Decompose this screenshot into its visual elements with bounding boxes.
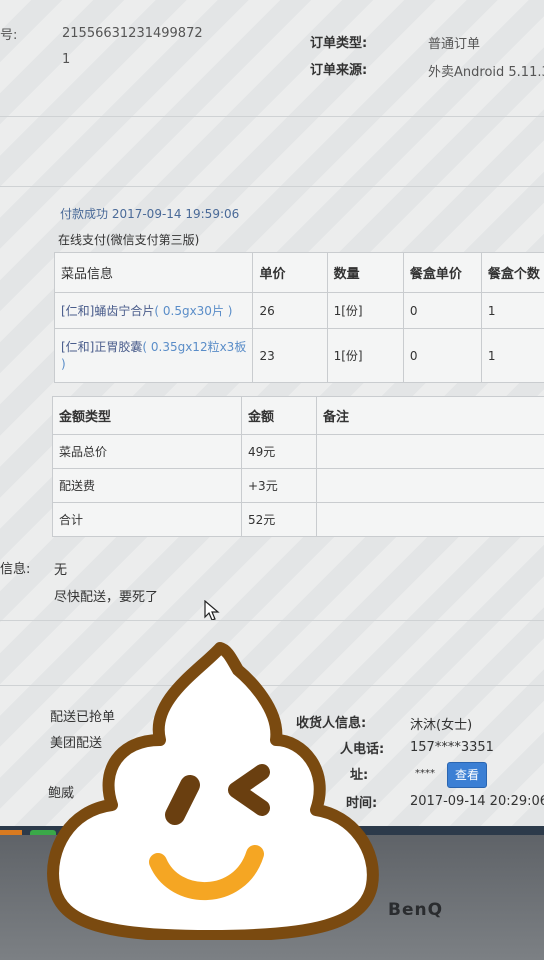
item-spec: ( 0.5gx30片 ) <box>154 304 233 318</box>
order-source-value: 外卖Android 5.11.3 <box>428 65 544 80</box>
item-name[interactable]: [仁和]蛹齿宁合片 <box>61 304 154 318</box>
col-amount-type: 金额类型 <box>52 396 242 435</box>
remarks-value: 无 <box>54 563 68 578</box>
phone-value: 157****3351 <box>410 740 494 755</box>
amount-table-header: 金额类型 金额 备注 <box>52 396 544 435</box>
col-qty: 数量 <box>326 252 404 293</box>
time-value: 2017-09-14 20:29:06 <box>410 794 544 809</box>
amount-type: 配送费 <box>52 468 242 503</box>
order-no-label: 号: <box>0 28 18 43</box>
amount-value: +3元 <box>241 468 317 503</box>
recipient-value: 沐沐(女士) <box>410 718 473 733</box>
amount-type: 菜品总价 <box>52 434 242 469</box>
col-note: 备注 <box>316 396 544 435</box>
item-box-count: 1 <box>480 328 544 383</box>
item-price: 26 <box>252 292 328 329</box>
items-table-header: 菜品信息 单价 数量 餐盒单价 餐盒个数 <box>53 252 544 293</box>
amount-value: 49元 <box>241 434 317 469</box>
payment-method: 在线支付(微信支付第三版) <box>58 233 200 247</box>
table-row: 菜品总价 49元 <box>52 434 544 469</box>
item-box-price: 0 <box>402 328 482 383</box>
item-price: 23 <box>252 328 328 383</box>
order-type-value: 普通订单 <box>428 37 481 52</box>
table-row: 合计 52元 <box>52 502 544 537</box>
item-qty: 1[份] <box>326 328 404 383</box>
table-row: 配送费 +3元 <box>52 468 544 503</box>
order-no-value: 21556631231499872 <box>62 26 203 41</box>
amount-note <box>316 502 544 537</box>
monitor-brand-logo: BenQ <box>388 900 444 920</box>
mouse-cursor-icon <box>204 600 220 621</box>
item-name-cell[interactable]: [仁和]蛹齿宁合片( 0.5gx30片 ) <box>53 292 254 329</box>
order-source-label: 订单来源: <box>310 63 368 78</box>
item-box-count: 1 <box>480 292 544 329</box>
divider <box>0 116 544 117</box>
amount-type: 合计 <box>52 502 242 537</box>
divider <box>0 620 544 621</box>
item-name-cell[interactable]: [仁和]正胃胶囊( 0.35gx12粒x3板 ) <box>53 328 254 383</box>
table-row: [仁和]蛹齿宁合片( 0.5gx30片 ) 26 1[份] 0 1 <box>53 292 544 329</box>
col-box-count: 餐盒个数 <box>480 252 544 293</box>
remarks-label: 信息: <box>0 562 31 577</box>
col-amount: 金额 <box>241 396 317 435</box>
table-row: [仁和]正胃胶囊( 0.35gx12粒x3板 ) 23 1[份] 0 1 <box>53 328 544 383</box>
quantity-value: 1 <box>62 52 71 67</box>
amount-note <box>316 468 544 503</box>
col-box-price: 餐盒单价 <box>402 252 482 293</box>
poop-emoji-sticker-icon <box>47 642 379 940</box>
col-price: 单价 <box>252 252 328 293</box>
item-box-price: 0 <box>402 292 482 329</box>
col-item-info: 菜品信息 <box>53 252 254 293</box>
payment-status: 付款成功 2017-09-14 19:59:06 <box>60 207 240 221</box>
item-name[interactable]: [仁和]正胃胶囊 <box>61 340 142 354</box>
amount-note <box>316 434 544 469</box>
remarks-note: 尽快配送，要死了 <box>54 590 159 605</box>
divider <box>0 186 544 187</box>
view-address-button[interactable]: 查看 <box>447 762 487 788</box>
order-type-label: 订单类型: <box>310 36 368 51</box>
item-qty: 1[份] <box>326 292 404 329</box>
amount-value: 52元 <box>241 502 317 537</box>
items-table: 菜品信息 单价 数量 餐盒单价 餐盒个数 [仁和]蛹齿宁合片( 0.5gx30片… <box>53 252 544 383</box>
amount-table: 金额类型 金额 备注 菜品总价 49元 配送费 +3元 合计 52元 <box>52 396 544 537</box>
address-value: **** <box>415 768 435 779</box>
